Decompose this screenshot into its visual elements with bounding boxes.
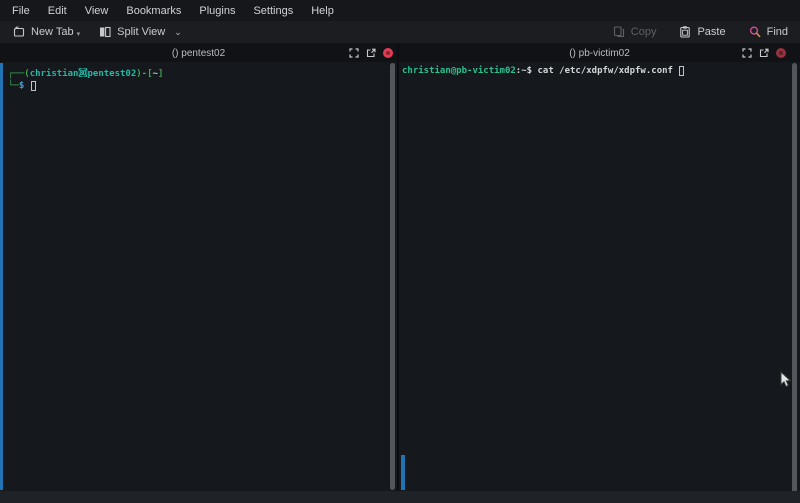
prompt-user-host: christian@pb-victim02	[402, 66, 516, 76]
close-view-inner-dot	[386, 51, 390, 55]
scroll-position-indicator	[401, 455, 405, 490]
pane-title-pentest02: () pentest02	[172, 48, 225, 59]
scrollbar-thumb[interactable]	[390, 63, 395, 490]
typed-command: cat /etc/xdpfw/xdpfw.conf	[537, 66, 678, 76]
menu-view[interactable]: View	[76, 2, 118, 20]
menu-bookmarks[interactable]: Bookmarks	[117, 2, 190, 20]
split-view-label: Split View	[117, 26, 165, 38]
detach-view-icon[interactable]	[759, 48, 769, 58]
prompt-host: pentest02	[87, 69, 136, 79]
window-bottom-strip	[0, 491, 800, 503]
terminal-pane-pb-victim02[interactable]: christian@pb-victim02:~$ cat /etc/xdpfw/…	[399, 62, 800, 491]
pane-header-controls-right	[742, 44, 786, 62]
split-view-icon	[98, 25, 112, 39]
split-view-chevron-icon: ⌄	[174, 27, 182, 38]
toolbar: New Tab ▾ Split View ⌄ Copy	[0, 21, 800, 44]
pane-header-controls-left	[349, 44, 393, 62]
maximize-view-icon[interactable]	[349, 48, 359, 58]
prompt-dollar: $	[527, 66, 538, 76]
new-tab-label: New Tab	[31, 26, 74, 38]
terminal-output-pentest02: ┌──(christian㉏pentest02)-[~] └─$	[8, 68, 163, 92]
maximize-view-icon[interactable]	[742, 48, 752, 58]
pane-header-pentest02[interactable]: () pentest02	[0, 44, 397, 62]
scrollbar-thumb[interactable]	[792, 63, 797, 497]
scrollbar-track[interactable]	[389, 62, 397, 491]
menubar: File Edit View Bookmarks Plugins Setting…	[0, 0, 800, 21]
copy-icon	[612, 25, 626, 39]
terminal-pane-pentest02[interactable]: ┌──(christian㉏pentest02)-[~] └─$	[0, 62, 397, 491]
terminal-row: ┌──(christian㉏pentest02)-[~] └─$ christi…	[0, 62, 800, 491]
scrollbar-track[interactable]	[791, 62, 799, 498]
focused-pane-indicator	[0, 63, 3, 490]
prompt-frame-mid: )-[	[136, 69, 152, 79]
close-view-button[interactable]	[383, 48, 393, 58]
terminal-cursor	[31, 81, 36, 91]
terminal-cursor	[679, 66, 684, 76]
find-icon	[748, 25, 762, 39]
pane-header-pb-victim02[interactable]: () pb-victim02	[399, 44, 800, 62]
pane-title-pb-victim02: () pb-victim02	[569, 48, 630, 59]
menu-file[interactable]: File	[3, 2, 39, 20]
prompt-frame-close: ]	[158, 69, 163, 79]
close-view-inner-dot	[779, 51, 783, 55]
paste-label: Paste	[697, 26, 725, 38]
prompt-frame-top: ┌──(	[8, 69, 30, 79]
find-button[interactable]: Find	[742, 23, 794, 41]
mouse-pointer-icon	[779, 371, 793, 394]
paste-icon	[678, 25, 692, 39]
find-label: Find	[767, 26, 788, 38]
new-tab-button[interactable]: New Tab ▾	[6, 23, 86, 41]
pane-headers: () pentest02 () pb-victim02	[0, 44, 800, 62]
copy-button[interactable]: Copy	[606, 23, 663, 41]
new-tab-dropdown-caret: ▾	[77, 30, 81, 39]
prompt-user: christian	[30, 69, 79, 79]
new-tab-icon	[12, 25, 26, 39]
terminal-output-pb-victim02: christian@pb-victim02:~$ cat /etc/xdpfw/…	[402, 65, 684, 77]
menu-edit[interactable]: Edit	[39, 2, 76, 20]
menu-settings[interactable]: Settings	[244, 2, 302, 20]
close-view-button[interactable]	[776, 48, 786, 58]
paste-button[interactable]: Paste	[672, 23, 731, 41]
copy-label: Copy	[631, 26, 657, 38]
menu-help[interactable]: Help	[302, 2, 343, 20]
menu-plugins[interactable]: Plugins	[190, 2, 244, 20]
detach-view-icon[interactable]	[366, 48, 376, 58]
prompt-frame-bottom: └─	[8, 81, 19, 91]
split-view-button[interactable]: Split View ⌄	[92, 23, 188, 41]
